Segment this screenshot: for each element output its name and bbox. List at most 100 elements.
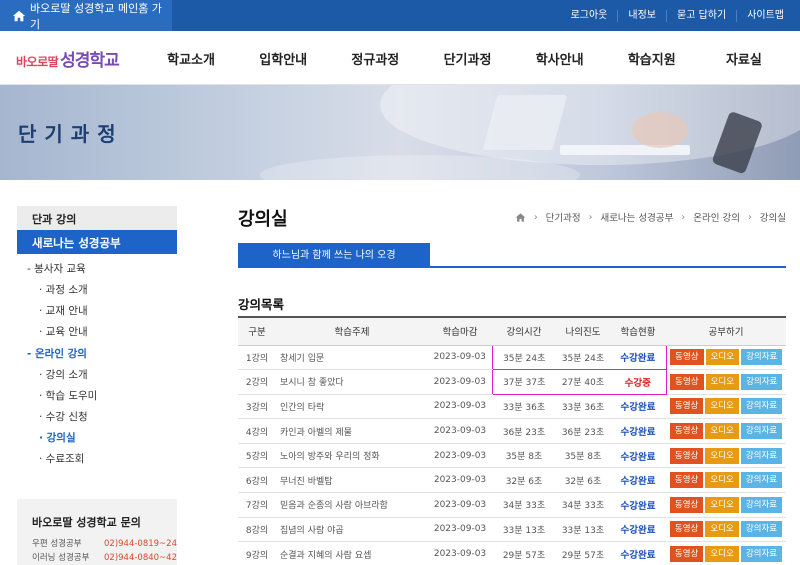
video-button[interactable]: 동영상: [669, 496, 704, 513]
nav-item-resources[interactable]: 자료실: [698, 49, 790, 68]
nav-item-regular[interactable]: 정규과정: [329, 49, 421, 68]
cell-time: 33분 13초: [492, 517, 556, 543]
tab-course[interactable]: 하느님과 함께 쓰는 나의 오경: [238, 243, 430, 268]
logo-text-1: 바오로딸: [16, 55, 59, 69]
audio-button[interactable]: 오디오: [705, 447, 739, 464]
video-button[interactable]: 동영상: [670, 373, 704, 390]
video-button[interactable]: 동영상: [669, 447, 704, 464]
breadcrumb-item[interactable]: 새로나는 성경공부: [600, 210, 673, 224]
contact-label: 우편 성경공부: [32, 539, 82, 549]
nav-item-short-course[interactable]: 단기과정: [421, 49, 513, 68]
cell-time: 37분 37초: [491, 369, 556, 395]
audio-button[interactable]: 오디오: [705, 398, 739, 415]
lecture-doc-button[interactable]: 강의자료: [741, 349, 783, 366]
table-row: 6강의 무너진 바벨탑 2023-09-03 32분 6초 32분 6초 수강완료 동영상 오…: [238, 467, 786, 494]
breadcrumb-item[interactable]: 온라인 강의: [693, 210, 740, 224]
breadcrumb-item[interactable]: 강의실: [760, 210, 786, 224]
lecture-doc-button[interactable]: 강의자료: [740, 423, 783, 440]
cell-actions: 동영상 오디오 강의자료: [666, 467, 786, 494]
cell-actions: 동영상 오디오 강의자료: [666, 541, 786, 565]
nav-item-admission[interactable]: 입학안내: [237, 49, 329, 68]
video-button[interactable]: 동영상: [669, 546, 704, 563]
lecture-doc-button[interactable]: 강의자료: [740, 546, 783, 563]
lecture-table: 구분 학습주제 학습마감 강의시간 나의진도 학습현황 공부하기 1강의 창세기 …: [238, 316, 786, 565]
lecture-doc-button[interactable]: 강의자료: [740, 398, 783, 415]
audio-button[interactable]: 오디오: [705, 496, 739, 513]
col-header-subject: 학습주제: [276, 316, 428, 346]
contact-box: 바오로딸 성경학교 문의 우편 성경공부 02)944-0819~24 이러닝 …: [17, 499, 177, 565]
audio-button[interactable]: 오디오: [705, 472, 739, 489]
logout-link[interactable]: 로그아웃: [561, 10, 618, 22]
utility-links: 로그아웃 내정보 묻고 답하기 사이트맵: [561, 0, 794, 31]
nav-item-support[interactable]: 학습지원: [606, 49, 698, 68]
sidebar-item-textbook[interactable]: · 교재 안내: [17, 301, 177, 322]
sidebar-group-volunteer[interactable]: - 봉사자 교육: [17, 258, 177, 280]
audio-button[interactable]: 오디오: [705, 546, 739, 563]
cell-actions: 동영상 오디오 강의자료: [666, 369, 786, 395]
lecture-doc-button[interactable]: 강의자료: [740, 521, 783, 538]
main-home-link[interactable]: 바오로딸 성경학교 메인홈 가기: [0, 0, 172, 31]
cell-status: 수강완료: [610, 517, 666, 543]
sidebar-active-menu[interactable]: 새로나는 성경공부: [17, 230, 177, 254]
my-info-link[interactable]: 내정보: [617, 9, 666, 22]
video-button[interactable]: 동영상: [669, 521, 704, 538]
cell-actions: 동영상 오디오 강의자료: [666, 517, 786, 543]
cell-progress: 34분 33초: [556, 492, 610, 518]
sidebar-item-lecture-intro[interactable]: · 강의 소개: [17, 365, 177, 386]
nav-item-about[interactable]: 학교소개: [145, 49, 237, 68]
banner-title: 단기과정: [18, 122, 124, 146]
lecture-doc-button[interactable]: 강의자료: [740, 472, 783, 489]
breadcrumb-home-icon[interactable]: [515, 212, 526, 223]
chevron-right-icon: ›: [533, 211, 538, 223]
cell-status: 수강완료: [610, 418, 666, 444]
breadcrumb-item[interactable]: 단기과정: [546, 210, 581, 224]
cell-no: 6강의: [238, 467, 276, 494]
lecture-doc-button[interactable]: 강의자료: [740, 496, 783, 513]
cell-time: 34분 33초: [492, 492, 556, 518]
sidebar-item-study-helper[interactable]: · 학습 도우미: [17, 386, 177, 407]
nav-item-academic[interactable]: 학사안내: [514, 49, 606, 68]
cell-subject: 노아의 방주와 우리의 정화: [276, 443, 428, 469]
qna-link[interactable]: 묻고 답하기: [666, 9, 736, 22]
sidebar-item-enroll[interactable]: · 수강 신청: [17, 407, 177, 428]
cell-deadline: 2023-09-03: [428, 394, 492, 420]
sidebar-item-course-intro[interactable]: · 과정 소개: [17, 280, 177, 301]
audio-button[interactable]: 오디오: [705, 349, 740, 366]
lecture-doc-button[interactable]: 강의자료: [740, 447, 783, 464]
table-row: 1강의 창세기 입문 2023-09-03 35분 24초 35분 24초 수강완료 동영상…: [238, 344, 786, 371]
sidebar-heading[interactable]: 단과 강의: [17, 206, 177, 230]
lecture-doc-button[interactable]: 강의자료: [741, 373, 783, 390]
cell-subject: 창세기 입문: [276, 345, 428, 371]
audio-button[interactable]: 오디오: [705, 521, 739, 538]
video-button[interactable]: 동영상: [669, 472, 704, 489]
cell-no: 7강의: [238, 492, 276, 518]
sidebar-item-education[interactable]: · 교육 안내: [17, 322, 177, 343]
audio-button[interactable]: 오디오: [705, 373, 740, 390]
video-button[interactable]: 동영상: [669, 423, 704, 440]
audio-button[interactable]: 오디오: [705, 423, 739, 440]
main-home-label: 바오로딸 성경학교 메인홈 가기: [30, 1, 162, 31]
cell-subject: 카인과 아벨의 제물: [276, 418, 428, 444]
cell-deadline: 2023-09-03: [428, 369, 492, 395]
cell-subject: 믿음과 순종의 사람 아브라함: [276, 492, 428, 518]
cell-deadline: 2023-09-03: [428, 541, 492, 565]
site-logo[interactable]: 바오로딸 성경학교: [16, 46, 120, 71]
sitemap-link[interactable]: 사이트맵: [736, 9, 794, 22]
table-row: 3강의 인간의 타락 2023-09-03 33분 36초 33분 36초 수강완료 동영상…: [238, 394, 786, 420]
cell-subject: 순결과 지혜의 사람 요셉: [276, 541, 428, 565]
video-button[interactable]: 동영상: [670, 349, 704, 366]
section-title: 강의목록: [238, 297, 285, 312]
cell-progress: 32분 6초: [556, 467, 610, 494]
cell-status: 수강완료: [610, 394, 666, 420]
cell-progress: 35분 8초: [556, 443, 610, 469]
cell-deadline: 2023-09-03: [428, 418, 492, 444]
col-header-no: 구분: [238, 316, 276, 346]
sidebar-group-online[interactable]: - 온라인 강의: [17, 343, 177, 365]
cell-time: 36분 23초: [492, 418, 556, 444]
video-button[interactable]: 동영상: [669, 398, 704, 415]
cell-time: 29분 57초: [492, 541, 556, 565]
top-utility-bar: 바오로딸 성경학교 메인홈 가기 로그아웃 내정보 묻고 답하기 사이트맵: [0, 0, 800, 31]
cell-subject: 보시니 참 좋았다: [276, 369, 428, 395]
sidebar-item-completion[interactable]: · 수료조회: [17, 449, 177, 470]
sidebar-item-classroom[interactable]: · 강의실: [17, 428, 177, 449]
